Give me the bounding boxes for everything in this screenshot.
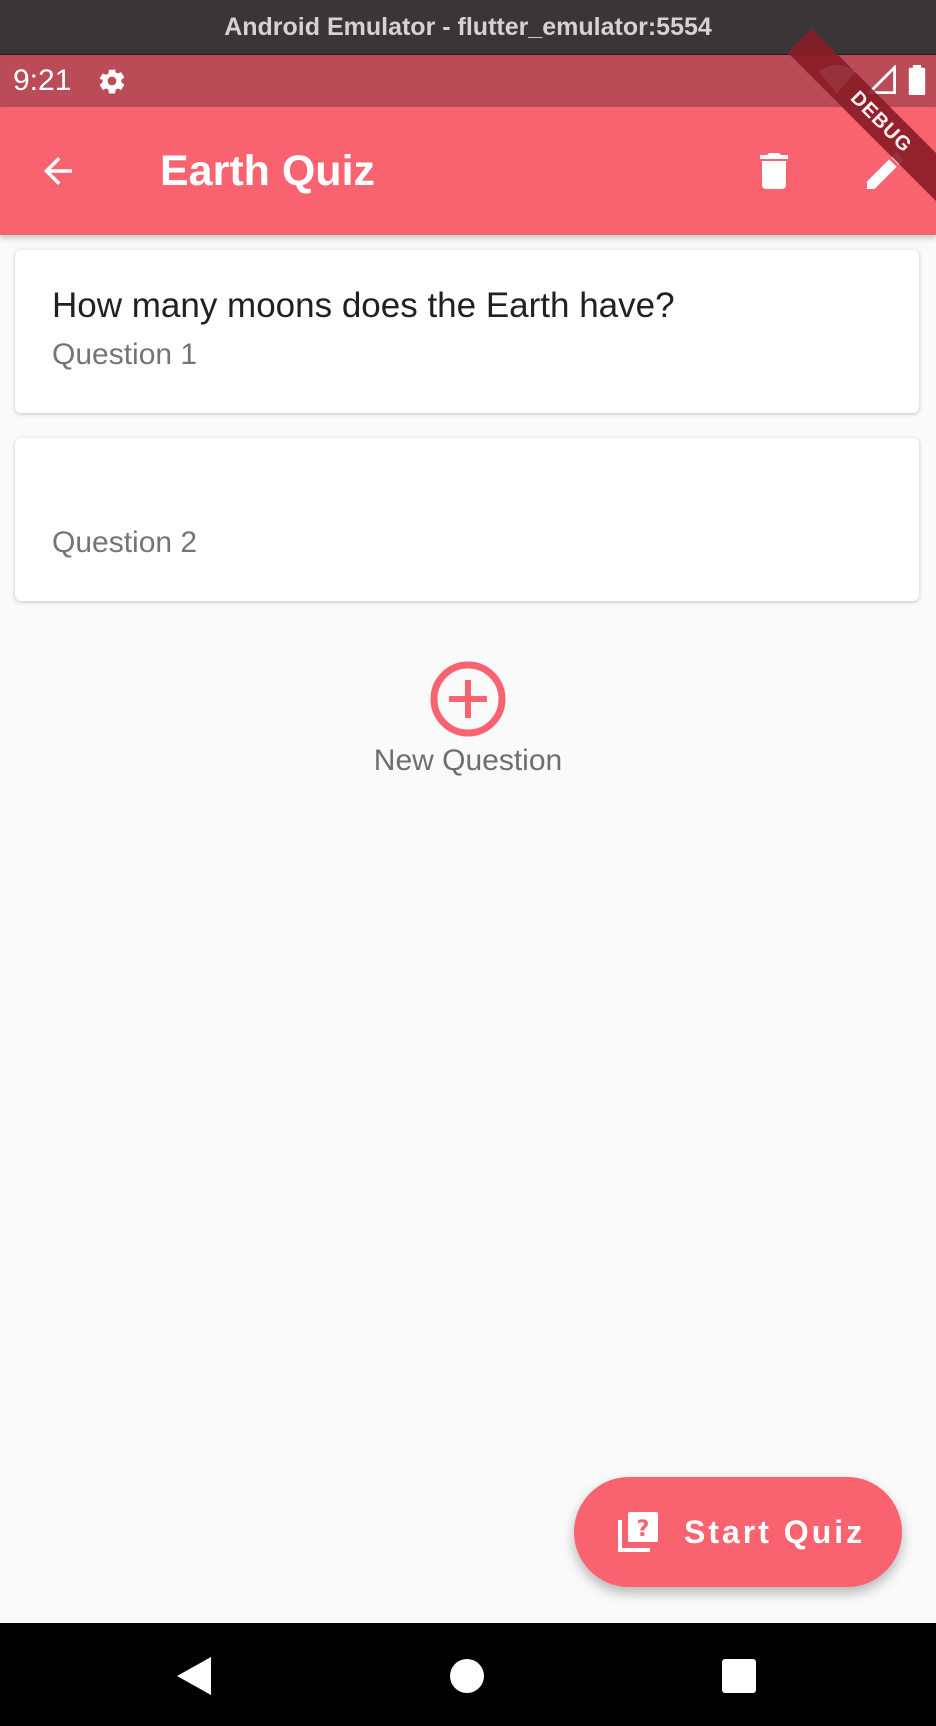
question-text: How many moons does the Earth have? (52, 286, 675, 325)
start-quiz-button[interactable]: ? Start Quiz (574, 1477, 902, 1587)
back-arrow-icon (44, 157, 72, 185)
status-time: 9:21 (13, 64, 72, 97)
question-card-2[interactable]: Question 2 (15, 438, 919, 601)
delete-icon (760, 153, 788, 189)
nav-home-button[interactable] (442, 1651, 492, 1701)
svg-text:?: ? (637, 1517, 650, 1542)
new-question-button[interactable]: New Question (318, 660, 618, 780)
quiz-icon: ? (614, 1508, 662, 1556)
new-question-label: New Question (373, 744, 563, 777)
delete-button[interactable] (744, 141, 804, 201)
start-quiz-label: Start Quiz (684, 1513, 866, 1550)
back-triangle-icon (177, 1657, 211, 1695)
page-title: Earth Quiz (160, 147, 376, 195)
nav-recents-button[interactable] (714, 1651, 764, 1701)
back-button[interactable] (30, 143, 86, 199)
home-circle-icon (450, 1659, 484, 1693)
recents-square-icon (722, 1659, 756, 1693)
question-card-1[interactable]: How many moons does the Earth have? Ques… (15, 250, 919, 413)
system-nav-bar (0, 1623, 936, 1726)
emulator-window: Android Emulator - flutter_emulator:5554… (0, 0, 936, 1726)
window-title: Android Emulator - flutter_emulator:5554 (224, 12, 712, 41)
nav-back-button[interactable] (168, 1651, 218, 1701)
app-bar: Earth Quiz (0, 107, 936, 235)
status-bar: 9:21 (0, 55, 936, 107)
question-label: Question 1 (52, 338, 198, 371)
battery-icon (908, 65, 926, 100)
add-circle-icon (430, 661, 506, 737)
settings-icon (97, 66, 127, 96)
question-label: Question 2 (52, 526, 198, 559)
